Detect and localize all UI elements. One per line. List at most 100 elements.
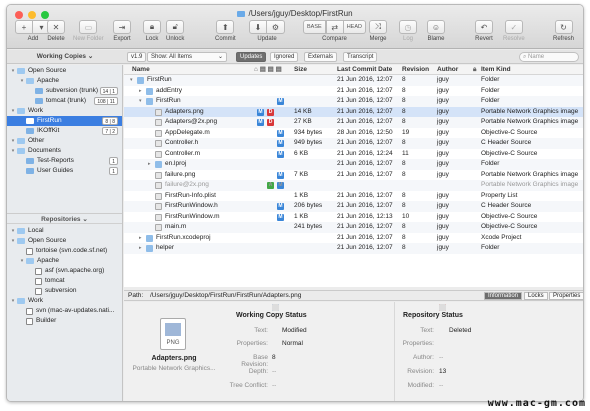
disclosure-triangle-icon[interactable]: ▾ — [130, 75, 133, 86]
tab-information[interactable]: Information — [484, 292, 523, 300]
disclosure-triangle-icon[interactable]: ▾ — [10, 106, 16, 116]
working-copies-header[interactable]: Working Copies ⌄ — [7, 52, 123, 60]
disclosure-triangle-icon[interactable]: ▾ — [10, 226, 16, 236]
sidebar-item[interactable]: ▾ Work — [7, 106, 122, 116]
disclosure-triangle-icon[interactable]: ▾ — [19, 76, 25, 86]
revision: 8 — [402, 170, 406, 178]
compare-button[interactable]: BASE ⇄ HEAD Compare — [303, 20, 366, 42]
tab-transcript[interactable]: Transcript — [343, 52, 378, 62]
table-row[interactable]: ▾ FirstRun M 21 Jun 2016, 12:07 8 jguy Folder — [124, 96, 583, 107]
log-button[interactable]: ◷ Log — [399, 20, 417, 42]
sidebar-item[interactable]: User Guides 1 — [7, 166, 122, 176]
disclosure-triangle-icon[interactable]: ▾ — [10, 146, 16, 156]
table-row[interactable]: AppDelegate.m M 934 bytes 28 Jun 2016, 12:5… — [124, 128, 583, 139]
tab-locks[interactable]: Locks — [524, 292, 548, 300]
table-row[interactable]: failure@2x.png A M Portable Network Graphic… — [124, 180, 583, 191]
delete-icon: ✕ — [47, 20, 65, 34]
compare-head[interactable]: HEAD — [343, 20, 366, 34]
sidebar-item[interactable]: ▾ Open Source — [7, 66, 122, 76]
tab-ignored[interactable]: Ignored — [270, 52, 299, 62]
table-row[interactable]: Adapters.png M D 14 KB 21 Jun 2016, 12:07 8 jg… — [124, 106, 583, 117]
file-icon — [155, 108, 162, 116]
table-row[interactable]: ▸ addEntry 21 Jun 2016, 12:07 8 jguy Folder — [124, 86, 583, 97]
revert-button[interactable]: ↶ Revert — [475, 20, 493, 42]
refresh-button[interactable]: ↻ Refresh — [553, 20, 574, 42]
column-last-commit-date[interactable]: Last Commit Date — [337, 65, 392, 75]
sidebar-item[interactable]: ▾ Other — [7, 136, 122, 146]
table-row[interactable]: ▸ en.lproj 21 Jun 2016, 12:07 8 jguy Folder — [124, 159, 583, 170]
new-folder-button[interactable]: ▭ New Folder — [73, 20, 104, 42]
update-button[interactable]: ⬇ ⚙ Update — [249, 20, 285, 42]
sidebar-item[interactable]: FirstRun 8 | 8 — [7, 116, 122, 126]
tab-properties[interactable]: Properties — [549, 292, 583, 300]
folder-icon — [17, 108, 25, 114]
unlock-button[interactable]: 🔓︎ Unlock — [166, 20, 184, 42]
sidebar-item[interactable]: Builder — [7, 316, 122, 326]
file-size: 27 KB — [294, 118, 312, 125]
sidebar-item[interactable]: IKOffKit 7 | 2 — [7, 126, 122, 136]
table-row[interactable]: ▸ FirstRun.xcodeproj 21 Jun 2016, 12:07 8 jg… — [124, 233, 583, 244]
table-row[interactable]: failure.png M 7 KB 21 Jun 2016, 12:07 8 jguy P… — [124, 170, 583, 181]
merge-label: Merge — [369, 36, 387, 42]
version-popup[interactable]: v1.9 — [127, 52, 147, 62]
sidebar-item[interactable]: ▾ Apache — [7, 76, 122, 86]
delete-button[interactable]: ✕ Delete — [47, 20, 65, 42]
show-filter-popup[interactable]: Show: All Items ⌄ — [147, 52, 227, 62]
tab-updates[interactable]: Updates — [236, 52, 267, 62]
commit-button[interactable]: ⬆ Commit — [215, 20, 236, 42]
file-icon-text: PNG — [166, 340, 180, 346]
disclosure-triangle-icon[interactable]: ▾ — [10, 236, 16, 246]
resolve-button[interactable]: ✓ Resolve — [503, 20, 525, 42]
clock-icon: ◷ — [399, 20, 417, 34]
item-kind: Objective-C Source — [481, 212, 538, 220]
disclosure-triangle-icon[interactable]: ▾ — [19, 256, 25, 266]
blame-button[interactable]: ☺ Blame — [427, 20, 445, 42]
sidebar-item[interactable]: svn (mac-av-updates.nati... — [7, 306, 122, 316]
sidebar-item[interactable]: ▾ Work — [7, 296, 122, 306]
sidebar-item[interactable]: ▾ Local — [7, 226, 122, 236]
add-button[interactable]: + ▾ Add — [15, 20, 51, 42]
sidebar-item[interactable]: asf (svn.apache.org) — [7, 266, 122, 276]
disclosure-triangle-icon[interactable]: ▾ — [10, 296, 16, 306]
sidebar-item[interactable]: tomcat (trunk) 108 | 11 — [7, 96, 122, 106]
disclosure-triangle-icon[interactable]: ▸ — [148, 159, 151, 170]
sidebar-item[interactable]: tortoise (svn.code.sf.net) — [7, 246, 122, 256]
sidebar-item[interactable]: Test-Reports 1 — [7, 156, 122, 166]
table-row[interactable]: FirstRunWindow.m M 1 KB 21 Jun 2016, 12:13 1… — [124, 212, 583, 223]
column-size[interactable]: Size — [294, 65, 307, 75]
file-name: addEntry — [156, 86, 183, 94]
disclosure-triangle-icon[interactable]: ▾ — [10, 136, 16, 146]
sidebar-item[interactable]: tomcat — [7, 276, 122, 286]
info-panel: PNG Adapters.png Portable Network Graphi… — [124, 302, 583, 401]
table-row[interactable]: main.m 241 bytes 21 Jun 2016, 12:07 8 jguy Ob… — [124, 222, 583, 233]
compare-base[interactable]: BASE — [303, 20, 326, 34]
search-input[interactable]: ⌕ Name — [519, 52, 579, 62]
sidebar-item[interactable]: ▾ Apache — [7, 256, 122, 266]
table-row[interactable]: Controller.h M 949 bytes 21 Jun 2016, 12:07… — [124, 138, 583, 149]
table-row[interactable]: FirstRun-Info.plist 1 KB 21 Jun 2016, 12:0… — [124, 191, 583, 202]
repositories-header[interactable]: Repositories ⌄ — [7, 213, 122, 224]
disclosure-triangle-icon[interactable]: ▾ — [10, 66, 16, 76]
sidebar-item[interactable]: subversion (trunk) 14 | 1 — [7, 86, 122, 96]
disclosure-triangle-icon[interactable]: ▾ — [139, 96, 142, 107]
disclosure-triangle-icon[interactable]: ▸ — [139, 86, 142, 97]
table-row[interactable]: ▸ helper 21 Jun 2016, 12:07 8 jguy Folder — [124, 243, 583, 254]
column-author[interactable]: Author — [437, 65, 458, 75]
table-row[interactable]: Adapters@2x.png M D 27 KB 21 Jun 2016, 12:07… — [124, 117, 583, 128]
table-row[interactable]: FirstRunWindow.h M 206 bytes 21 Jun 2016, 1… — [124, 201, 583, 212]
tab-externals[interactable]: Externals — [304, 52, 338, 62]
sidebar-item[interactable]: subversion — [7, 286, 122, 296]
table-row[interactable]: Controller.m M 6 KB 21 Jun 2016, 12:24 11 jgu… — [124, 149, 583, 160]
sidebar-item[interactable]: ▾ Open Source — [7, 236, 122, 246]
last-commit-date: 21 Jun 2016, 12:07 — [337, 97, 393, 104]
table-row[interactable]: ▾ FirstRun 21 Jun 2016, 12:07 8 jguy Folder — [124, 75, 583, 86]
disclosure-triangle-icon[interactable]: ▸ — [139, 243, 142, 254]
sidebar-item[interactable]: ▾ Documents — [7, 146, 122, 156]
column-item-kind[interactable]: Item Kind — [481, 65, 511, 75]
merge-button[interactable]: ⤨ Merge — [369, 20, 387, 42]
column-name[interactable]: Name — [132, 65, 150, 75]
column-revision[interactable]: Revision — [402, 65, 429, 75]
lock-button[interactable]: 🔒︎ Lock — [143, 20, 161, 42]
export-button[interactable]: ⇥ Export — [113, 20, 131, 42]
disclosure-triangle-icon[interactable]: ▸ — [139, 233, 142, 244]
